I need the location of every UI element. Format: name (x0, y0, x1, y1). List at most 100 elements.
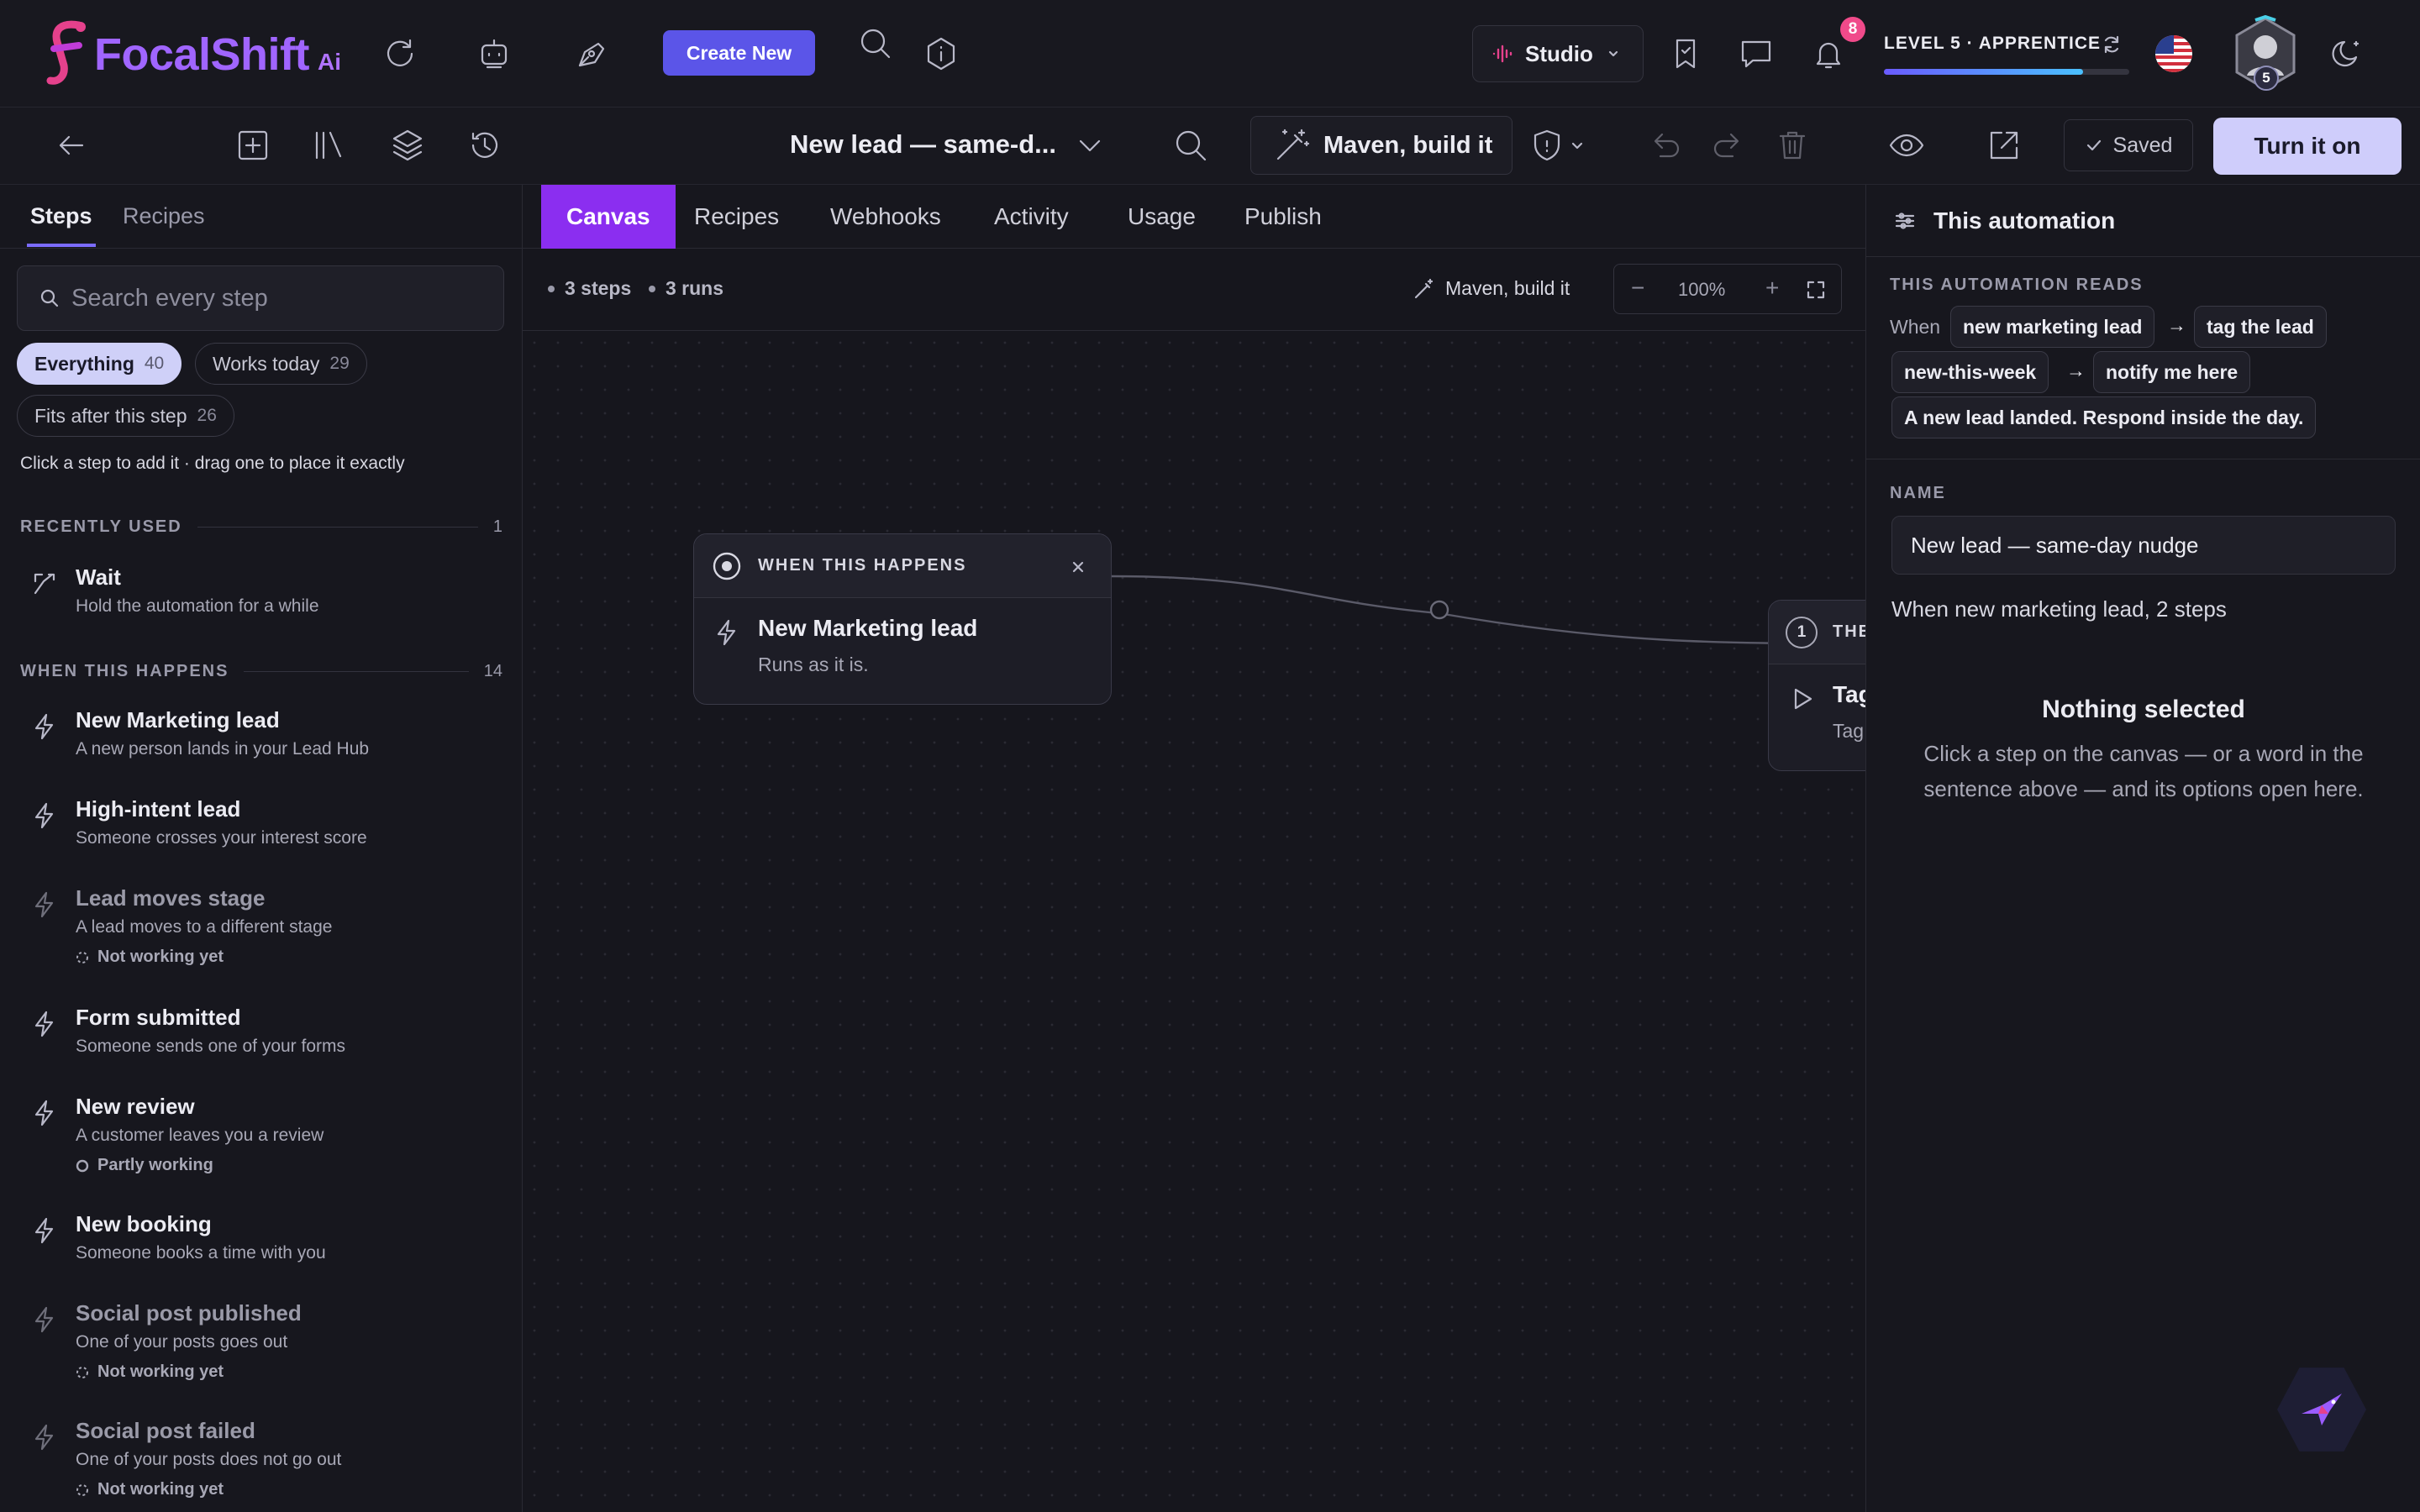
sync-icon[interactable] (2101, 34, 2123, 55)
sentence-pill-trigger[interactable]: new marketing lead (1950, 306, 2155, 348)
history-icon[interactable] (466, 126, 504, 165)
filter-everything[interactable]: Everything 40 (17, 343, 182, 385)
zoom-level: 100% (1678, 279, 1726, 300)
bookmark-icon[interactable] (1665, 34, 1706, 74)
back-icon[interactable] (52, 126, 91, 165)
studio-switcher[interactable]: Studio (1472, 25, 1644, 82)
step-search-input[interactable] (71, 284, 492, 312)
search-icon (40, 289, 59, 307)
canvas-maven-label: Maven, build it (1445, 277, 1570, 299)
trigger-node-subtitle: Runs as it is. (758, 654, 869, 675)
empty-state-title: Nothing selected (2042, 696, 2245, 723)
brand-logo[interactable]: FocalShift Ai (45, 20, 341, 89)
filter-works-today[interactable]: Works today 29 (195, 343, 367, 385)
create-new-button[interactable]: Create New (663, 30, 815, 76)
step-description: Someone books a time with you (76, 1243, 326, 1263)
zoom-in-icon[interactable]: + (1765, 275, 1779, 302)
saved-label: Saved (2112, 133, 2173, 157)
moon-icon[interactable] (2326, 34, 2366, 74)
sentence-pill-message[interactable]: A new lead landed. Respond inside the da… (1891, 396, 2317, 438)
filter-label: Works today (213, 352, 320, 375)
partial-circle-icon (76, 1159, 89, 1172)
layers-icon[interactable] (388, 126, 427, 165)
saved-status-button[interactable]: Saved (2064, 119, 2193, 171)
sentence-pill-action[interactable]: tag the lead (2194, 306, 2327, 348)
info-icon[interactable] (921, 34, 961, 74)
maven-build-label: Maven, build it (1323, 131, 1493, 159)
tab-webhooks[interactable]: Webhooks (830, 185, 941, 249)
step-description: A lead moves to a different stage (76, 917, 333, 937)
waveform-icon (1492, 45, 1512, 63)
runs-count: 3 runs (649, 277, 723, 300)
pen-icon[interactable] (571, 34, 612, 74)
tab-steps[interactable]: Steps (30, 203, 92, 229)
zoom-out-icon[interactable]: − (1631, 275, 1644, 302)
step-description: Someone sends one of your forms (76, 1037, 346, 1056)
top-bar: FocalShift Ai Create New Studio 8 LEVEL … (0, 0, 2420, 108)
add-icon[interactable] (234, 126, 272, 165)
trigger-node[interactable]: WHEN THIS HAPPENS New Marketing lead Run… (693, 533, 1112, 705)
logo-mark-icon (46, 20, 86, 85)
refresh-icon[interactable] (380, 34, 420, 74)
section-title: WHEN THIS HAPPENS (20, 662, 229, 680)
eye-icon[interactable] (1887, 126, 1926, 165)
chevron-down-icon[interactable] (1071, 126, 1109, 165)
bolt-icon (34, 1424, 54, 1451)
us-flag-icon[interactable] (2155, 35, 2192, 72)
sentence-pill-notify[interactable]: notify me here (2093, 351, 2251, 393)
sentence-pill-tag[interactable]: new-this-week (1891, 351, 2049, 393)
tab-canvas[interactable]: Canvas (541, 185, 676, 249)
tab-recipes[interactable]: Recipes (694, 185, 779, 249)
bot-icon[interactable] (474, 34, 514, 74)
search-icon[interactable] (1171, 126, 1210, 165)
step-status: Partly working (76, 1156, 213, 1175)
section-divider (244, 671, 469, 672)
automation-canvas[interactable]: WHEN THIS HAPPENS New Marketing lead Run… (523, 331, 1865, 1512)
action-node[interactable]: 1 THE Tag Tag (1768, 600, 1865, 771)
turn-on-button[interactable]: Turn it on (2213, 118, 2402, 175)
bell-icon[interactable] (1808, 34, 1849, 74)
level-progress-bar (1884, 69, 2129, 75)
undo-icon[interactable] (1645, 126, 1684, 165)
step-library-panel: Steps Recipes Everything 40 Works today … (0, 185, 523, 1512)
play-icon (1794, 688, 1812, 710)
tab-recipes[interactable]: Recipes (123, 203, 205, 229)
redo-icon[interactable] (1709, 126, 1748, 165)
step-name: New review (76, 1094, 195, 1119)
section-when-this-happens: WHEN THIS HAPPENS 14 (20, 662, 502, 681)
filter-label: Fits after this step (34, 404, 187, 427)
close-icon[interactable] (1071, 559, 1086, 575)
automation-name-input[interactable] (1891, 516, 2396, 575)
step-status-text: Not working yet (97, 1362, 224, 1381)
connector-handle[interactable] (1429, 600, 1449, 620)
section-count: 14 (483, 662, 502, 680)
step-search-box[interactable] (17, 265, 504, 331)
shield-icon[interactable] (1528, 126, 1566, 165)
automation-title[interactable]: New lead — same-d... (790, 129, 1056, 160)
chevron-down-icon[interactable] (1570, 138, 1585, 153)
chat-icon[interactable] (1736, 34, 1776, 74)
tab-publish[interactable]: Publish (1244, 185, 1322, 249)
studio-label: Studio (1525, 40, 1593, 66)
external-link-icon[interactable] (1985, 126, 2023, 165)
maven-build-button[interactable]: Maven, build it (1250, 116, 1512, 175)
trigger-node-label: WHEN THIS HAPPENS (758, 556, 967, 575)
step-description: One of your posts does not go out (76, 1450, 342, 1469)
trash-icon[interactable] (1773, 126, 1812, 165)
steps-count-text: 3 steps (565, 277, 632, 299)
filter-fits-after[interactable]: Fits after this step 26 (17, 395, 234, 437)
target-icon (713, 552, 741, 580)
bolt-icon (717, 619, 736, 646)
tab-activity[interactable]: Activity (994, 185, 1069, 249)
status-dot (649, 285, 655, 292)
library-icon[interactable] (309, 126, 348, 165)
tab-usage[interactable]: Usage (1128, 185, 1196, 249)
step-status: Not working yet (76, 1362, 224, 1382)
fullscreen-icon[interactable] (1806, 280, 1826, 300)
search-icon[interactable] (855, 24, 896, 64)
action-node-label: THE (1833, 622, 1865, 641)
bolt-icon (34, 1217, 54, 1244)
reads-caption: THIS AUTOMATION READS (1890, 276, 2144, 294)
step-status-text: Not working yet (97, 948, 224, 966)
canvas-maven-button[interactable]: Maven, build it (1413, 277, 1570, 300)
